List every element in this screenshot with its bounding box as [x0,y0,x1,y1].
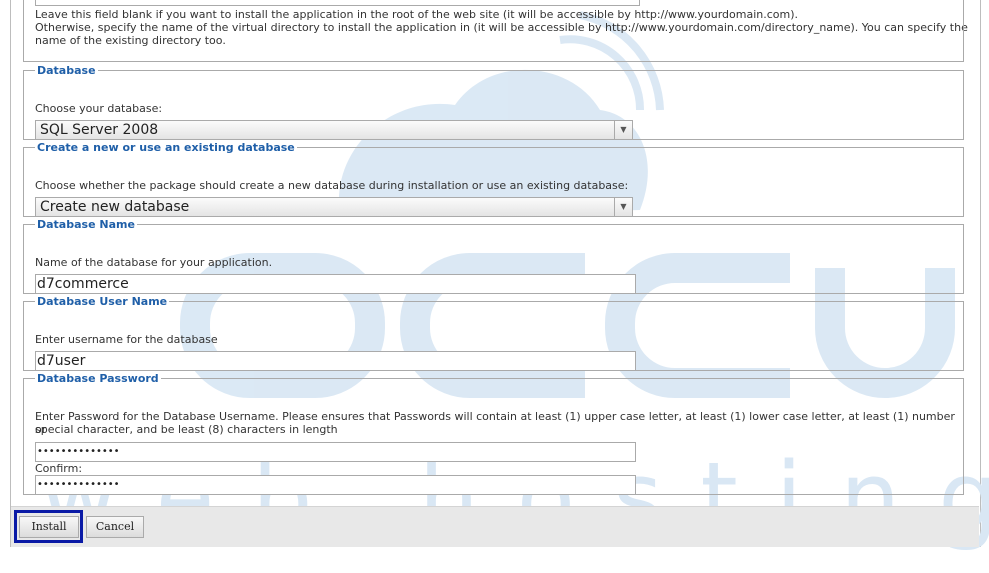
chevron-down-icon[interactable]: ▼ [614,121,632,139]
button-bar [11,506,979,547]
create-db-select-value: Create new database [40,199,190,215]
database-legend: Database [37,64,96,77]
db-password-legend: Database Password [37,372,159,385]
database-select-value: SQL Server 2008 [40,122,159,138]
db-password-input[interactable]: •••••••••••••• [35,442,636,462]
db-user-group: Database User Name Enter username for th… [23,295,964,371]
db-user-legend: Database User Name [37,295,168,308]
confirm-label: Confirm: [35,462,83,475]
db-name-input[interactable]: d7commerce [35,274,636,294]
create-db-legend: Create a new or use an existing database [37,141,295,154]
db-password-group: Database Password Enter Password for the… [23,372,964,495]
database-group: Database Choose your database: SQL Serve… [23,64,964,140]
create-db-group: Create a new or use an existing database… [23,141,964,217]
db-user-label: Enter username for the database [35,333,218,346]
chevron-down-icon[interactable]: ▼ [614,198,632,216]
database-label: Choose your database: [35,102,163,115]
database-select[interactable]: SQL Server 2008 ▼ [35,120,633,140]
create-db-select[interactable]: Create new database ▼ [35,197,633,217]
directory-group [23,0,964,62]
cancel-button[interactable]: Cancel [86,516,144,538]
db-user-input[interactable]: d7user [35,351,636,371]
db-password-label-line2: special character, and be least (8) char… [35,423,338,436]
db-name-group: Database Name Name of the database for y… [23,218,964,294]
create-db-label: Choose whether the package should create… [35,179,629,192]
db-name-legend: Database Name [37,218,135,231]
confirm-password-input[interactable]: •••••••••••••• [35,475,636,495]
db-name-label: Name of the database for your applicatio… [35,256,273,269]
install-highlight-box [14,510,83,543]
